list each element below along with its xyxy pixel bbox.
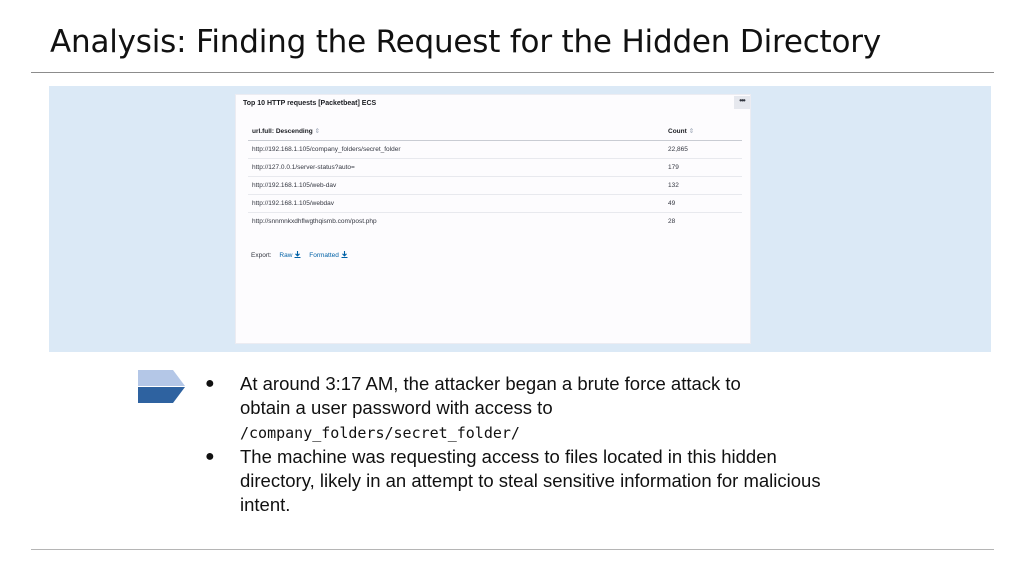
bullet-list: ● At around 3:17 AM, the attacker began … — [205, 372, 825, 517]
url-cell: http://192.168.1.105/web-dav — [252, 182, 337, 189]
table-row[interactable]: http://snnmnkxdhflwgthqismb.com/post.php… — [248, 213, 742, 231]
export-label: Export: — [251, 252, 272, 259]
export-formatted-link[interactable]: Formatted — [309, 251, 348, 259]
bullet-item: ● The machine was requesting access to f… — [205, 445, 825, 517]
sort-icon: ⇕ — [314, 128, 321, 135]
bullet-code-path: /company_folders/secret_folder/ — [240, 424, 520, 442]
visualization-panel: Top 10 HTTP requests [Packetbeat] ECS ••… — [235, 94, 751, 344]
table-row[interactable]: http://192.168.1.105/web-dav 132 — [248, 177, 742, 195]
count-cell: 132 — [668, 182, 679, 189]
table-row[interactable]: http://127.0.0.1/server-status?auto= 179 — [248, 159, 742, 177]
export-raw-link[interactable]: Raw — [279, 251, 301, 259]
export-bar: Export: Raw Formatted — [251, 251, 348, 259]
count-cell: 179 — [668, 164, 679, 171]
footer-divider — [31, 549, 994, 550]
bullet-text: The machine was requesting access to fil… — [240, 446, 821, 515]
slide-title: Analysis: Finding the Request for the Hi… — [50, 24, 881, 60]
panel-options-button[interactable]: ••• — [734, 96, 750, 109]
download-icon — [294, 251, 301, 258]
table-row[interactable]: http://192.168.1.105/company_folders/sec… — [248, 141, 742, 159]
download-icon — [341, 251, 348, 258]
table-row[interactable]: http://192.168.1.105/webdav 49 — [248, 195, 742, 213]
bullet-text: obtain a user password with access to — [240, 397, 553, 418]
bullet-item: ● At around 3:17 AM, the attacker began … — [205, 372, 825, 445]
url-cell: http://192.168.1.105/company_folders/sec… — [252, 146, 401, 153]
bullet-marker: ● — [205, 375, 215, 392]
count-cell: 49 — [668, 200, 676, 207]
panel-title: Top 10 HTTP requests [Packetbeat] ECS — [243, 100, 377, 107]
bullet-text: At around 3:17 AM, the attacker began a … — [240, 373, 741, 394]
column-header-url[interactable]: url.full: Descending ⇕ — [252, 127, 320, 135]
bullet-marker: ● — [205, 448, 215, 465]
count-cell: 28 — [668, 218, 676, 225]
chevron-arrow-icon — [138, 370, 185, 403]
column-header-count[interactable]: Count ⇕ — [668, 127, 694, 135]
url-cell: http://127.0.0.1/server-status?auto= — [252, 164, 355, 171]
sort-icon: ⇕ — [688, 128, 695, 135]
count-cell: 22,865 — [668, 146, 688, 153]
url-cell: http://192.168.1.105/webdav — [252, 200, 335, 207]
title-divider — [31, 72, 994, 73]
url-cell: http://snnmnkxdhflwgthqismb.com/post.php — [252, 218, 377, 225]
